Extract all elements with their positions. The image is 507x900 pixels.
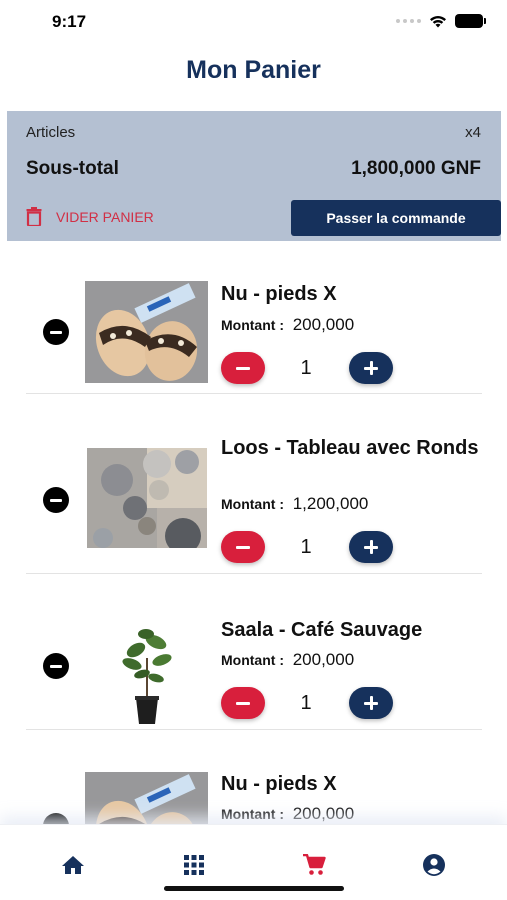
cart-icon (303, 854, 326, 875)
checkout-button[interactable]: Passer la commande (291, 200, 501, 236)
sandals-image (85, 772, 208, 824)
home-indicator (164, 886, 344, 891)
tab-home[interactable] (59, 853, 87, 877)
item-amount: Montant : 200,000 (221, 315, 354, 335)
plus-icon (364, 540, 378, 554)
status-time: 9:17 (52, 12, 87, 31)
remove-item-button[interactable] (43, 319, 69, 345)
account-icon (423, 854, 445, 876)
home-icon (62, 856, 84, 874)
item-amount: Montant : 1,200,000 (221, 494, 368, 514)
articles-label: Articles (26, 124, 76, 141)
remove-item-button[interactable] (43, 487, 69, 513)
item-amount: Montant : 200,000 (221, 650, 354, 670)
page-title: Mon Panier (186, 56, 321, 84)
increase-quantity-button[interactable] (349, 687, 393, 719)
tab-cart[interactable] (300, 853, 328, 877)
item-amount: Montant : 200,000 (221, 804, 354, 824)
subtotal-label: Sous-total (26, 158, 119, 179)
amount-value: 1,200,000 (292, 494, 369, 513)
divider (26, 729, 482, 730)
plus-icon (364, 361, 378, 375)
battery-icon (455, 14, 486, 28)
quantity-value: 1 (300, 692, 312, 714)
decrease-quantity-button[interactable] (221, 687, 265, 719)
remove-item-button[interactable] (43, 813, 69, 824)
item-name: Saala - Café Sauvage (221, 619, 423, 641)
plus-icon (364, 696, 378, 710)
trash-icon (26, 207, 42, 226)
amount-label: Montant : (221, 317, 284, 333)
grid-icon (184, 855, 204, 875)
amount-value: 200,000 (292, 315, 355, 334)
increase-quantity-button[interactable] (349, 531, 393, 563)
decrease-quantity-button[interactable] (221, 531, 265, 563)
clear-cart-button[interactable]: VIDER PANIER (26, 207, 154, 226)
status-bar: 9:17 (0, 0, 507, 44)
articles-count: x4 (465, 124, 481, 141)
plant-image (96, 620, 200, 724)
tab-catalog[interactable] (180, 853, 208, 877)
subtotal-value: 1,800,000 GNF (351, 158, 481, 179)
amount-value: 200,000 (292, 650, 355, 669)
sandals-image (85, 281, 208, 383)
amount-label: Montant : (221, 806, 284, 822)
item-name: Loos - Tableau avec Ronds (221, 437, 479, 459)
amount-label: Montant : (221, 652, 284, 668)
tab-account[interactable] (420, 853, 448, 877)
clear-cart-label: VIDER PANIER (56, 208, 154, 225)
cart-summary: Articles x4 Sous-total 1,800,000 GNF VID… (7, 111, 501, 241)
decrease-quantity-button[interactable] (221, 352, 265, 384)
remove-item-button[interactable] (43, 653, 69, 679)
status-icons (396, 14, 486, 28)
quantity-value: 1 (300, 536, 312, 558)
painting-image (87, 448, 207, 548)
item-name: Nu - pieds X (221, 773, 337, 795)
divider (26, 393, 482, 394)
signal-icon (396, 19, 421, 23)
wifi-icon (430, 16, 446, 28)
cart-items-list[interactable]: Nu - pieds X Montant : 200,000 1 Loos - … (0, 260, 507, 824)
amount-value: 200,000 (292, 804, 355, 823)
item-name: Nu - pieds X (221, 283, 337, 305)
increase-quantity-button[interactable] (349, 352, 393, 384)
quantity-value: 1 (300, 357, 312, 379)
amount-label: Montant : (221, 496, 284, 512)
divider (26, 573, 482, 574)
